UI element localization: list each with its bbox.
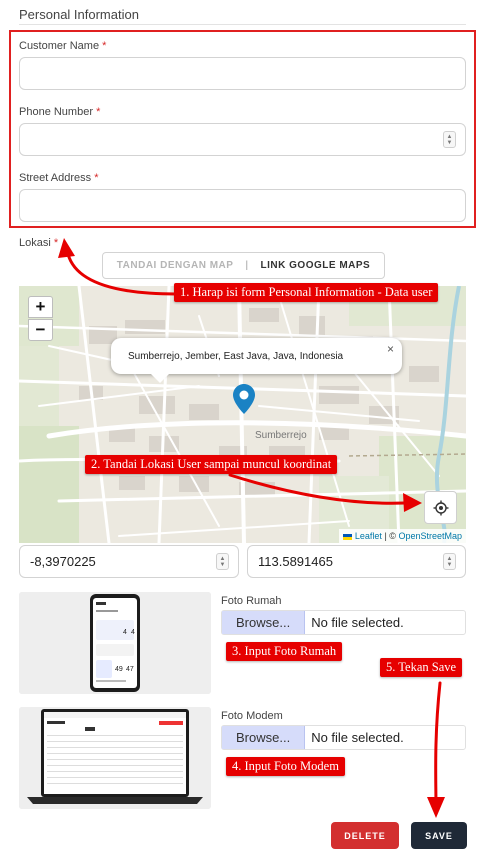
- map-attribution: Leaflet | © OpenStreetMap: [339, 529, 466, 543]
- popup-close-icon[interactable]: ×: [387, 342, 394, 356]
- modem-photo-label: Foto Modem: [221, 710, 283, 722]
- phone-number-input[interactable]: [19, 123, 466, 156]
- annotation-step-2: 2. Tandai Lokasi User sampai muncul koor…: [85, 455, 338, 474]
- svg-text:4: 4: [123, 629, 127, 636]
- section-title: Personal Information: [19, 7, 139, 22]
- delete-button[interactable]: DELETE: [331, 822, 399, 849]
- zoom-in-button[interactable]: +: [28, 296, 53, 318]
- location-map[interactable]: + − Sumberrejo, Jember, East Java, Java,…: [19, 286, 466, 543]
- leaflet-link[interactable]: Leaflet: [355, 531, 382, 541]
- openstreetmap-link[interactable]: OpenStreetMap: [398, 531, 462, 541]
- map-pin-icon[interactable]: [233, 384, 255, 414]
- map-place-label: Sumberrejo: [255, 430, 307, 441]
- customer-name-label: Customer Name *: [19, 40, 107, 52]
- arrow-head-step-1: [58, 238, 75, 258]
- house-photo-file-status: No file selected.: [311, 615, 404, 630]
- crosshair-icon: [433, 500, 448, 515]
- longitude-value: 113.5891465: [258, 554, 333, 569]
- customer-name-input[interactable]: [19, 57, 466, 90]
- phone-number-label: Phone Number *: [19, 106, 101, 118]
- house-photo-browse-button[interactable]: Browse...: [222, 611, 306, 634]
- map-popup: Sumberrejo, Jember, East Java, Java, Ind…: [111, 338, 402, 374]
- phone-number-stepper[interactable]: ▲ ▼: [443, 131, 456, 148]
- laptop-mockup-image: [19, 707, 211, 809]
- zoom-out-button[interactable]: −: [28, 319, 53, 341]
- ukraine-flag-icon: [343, 533, 353, 540]
- street-address-input[interactable]: [19, 189, 466, 222]
- modem-photo-preview: [19, 707, 211, 809]
- locate-me-button[interactable]: [424, 491, 457, 524]
- modem-photo-browse-button[interactable]: Browse...: [222, 726, 306, 749]
- location-label: Lokasi *: [19, 237, 59, 249]
- modem-photo-file-input[interactable]: Browse... No file selected.: [221, 725, 466, 750]
- arrow-head-step-5: [427, 797, 445, 818]
- latitude-stepper[interactable]: ▲ ▼: [216, 553, 229, 570]
- svg-text:4: 4: [131, 629, 135, 636]
- svg-text:49: 49: [115, 666, 123, 673]
- phone-mockup-image: 4 4 49 47: [19, 592, 211, 694]
- house-photo-label: Foto Rumah: [221, 595, 282, 607]
- toggle-separator: |: [245, 260, 249, 271]
- street-address-label: Street Address *: [19, 172, 99, 184]
- annotation-step-1: 1. Harap isi form Personal Information -…: [174, 283, 439, 302]
- latitude-input[interactable]: -8,3970225: [19, 545, 239, 578]
- longitude-input[interactable]: 113.5891465: [247, 545, 466, 578]
- attribution-separator: | ©: [384, 531, 396, 541]
- longitude-stepper[interactable]: ▲ ▼: [443, 553, 456, 570]
- house-photo-file-input[interactable]: Browse... No file selected.: [221, 610, 466, 635]
- svg-text:47: 47: [126, 666, 134, 673]
- save-button[interactable]: SAVE: [411, 822, 467, 849]
- map-tiles: [19, 286, 466, 543]
- stepper-down-icon: ▼: [446, 139, 453, 146]
- annotation-step-3: 3. Input Foto Rumah: [226, 642, 343, 661]
- latitude-value: -8,3970225: [30, 554, 96, 569]
- location-mode-toggle: TANDAI DENGAN MAP | LINK GOOGLE MAPS: [102, 252, 385, 279]
- popup-tip: [151, 374, 169, 383]
- house-photo-preview: 4 4 49 47: [19, 592, 211, 694]
- section-divider: [19, 24, 466, 25]
- annotation-step-4: 4. Input Foto Modem: [226, 757, 345, 776]
- map-popup-address: Sumberrejo, Jember, East Java, Java, Ind…: [128, 350, 344, 362]
- tab-mark-on-map[interactable]: TANDAI DENGAN MAP: [117, 260, 234, 271]
- stepper-down-icon: ▼: [219, 561, 226, 568]
- annotation-step-5: 5. Tekan Save: [380, 658, 463, 677]
- modem-photo-file-status: No file selected.: [311, 730, 404, 745]
- tab-google-maps-link[interactable]: LINK GOOGLE MAPS: [261, 260, 371, 271]
- stepper-down-icon: ▼: [446, 561, 453, 568]
